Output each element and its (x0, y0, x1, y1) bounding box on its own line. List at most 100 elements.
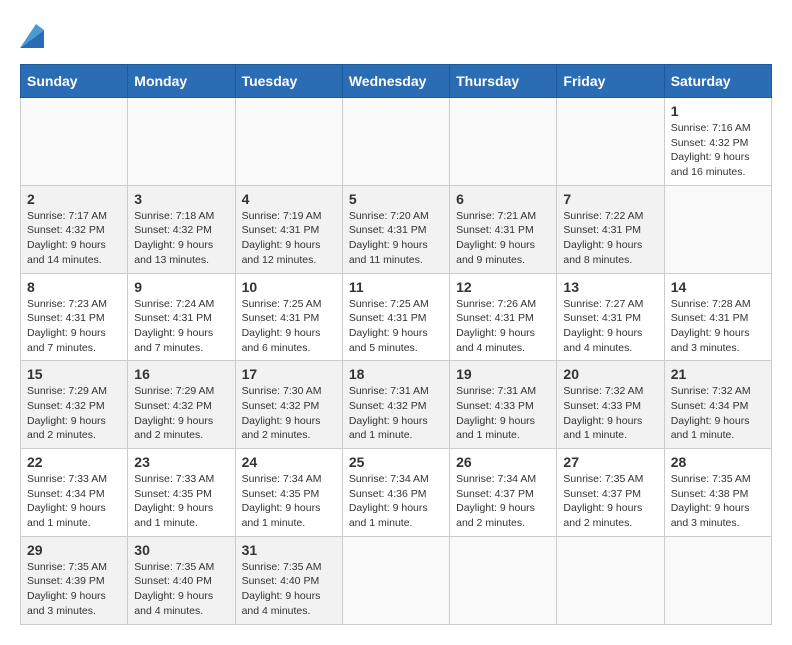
cell-info: Sunrise: 7:34 AMSunset: 4:36 PMDaylight:… (349, 472, 443, 531)
calendar-table: SundayMondayTuesdayWednesdayThursdayFrid… (20, 64, 772, 625)
cell-info: Sunrise: 7:25 AMSunset: 4:31 PMDaylight:… (242, 297, 336, 356)
day-number: 1 (671, 103, 765, 119)
week-row-6: 29Sunrise: 7:35 AMSunset: 4:39 PMDayligh… (21, 536, 772, 624)
day-number: 13 (563, 279, 657, 295)
calendar-cell: 11 Sunrise: 7:25 AMSunset: 4:31 PMDayligh… (342, 273, 449, 361)
day-number: 18 (349, 366, 443, 382)
day-number: 4 (242, 191, 336, 207)
day-number: 15 (27, 366, 121, 382)
cell-info: Sunrise: 7:19 AMSunset: 4:31 PMDaylight:… (242, 209, 336, 268)
cell-info: Sunrise: 7:24 AMSunset: 4:31 PMDaylight:… (134, 297, 228, 356)
cell-info: Sunrise: 7:34 AMSunset: 4:37 PMDaylight:… (456, 472, 550, 531)
cell-info: Sunrise: 7:20 AMSunset: 4:31 PMDaylight:… (349, 209, 443, 268)
cell-info: Sunrise: 7:21 AMSunset: 4:31 PMDaylight:… (456, 209, 550, 268)
day-number: 14 (671, 279, 765, 295)
day-number: 29 (27, 542, 121, 558)
cell-info: Sunrise: 7:35 AMSunset: 4:37 PMDaylight:… (563, 472, 657, 531)
day-number: 27 (563, 454, 657, 470)
day-number: 21 (671, 366, 765, 382)
day-number: 7 (563, 191, 657, 207)
day-header-sunday: Sunday (21, 65, 128, 98)
day-number: 25 (349, 454, 443, 470)
calendar-cell: 8Sunrise: 7:23 AMSunset: 4:31 PMDaylight… (21, 273, 128, 361)
week-row-3: 8Sunrise: 7:23 AMSunset: 4:31 PMDaylight… (21, 273, 772, 361)
calendar-cell (664, 185, 771, 273)
cell-info: Sunrise: 7:34 AMSunset: 4:35 PMDaylight:… (242, 472, 336, 531)
cell-info: Sunrise: 7:17 AMSunset: 4:32 PMDaylight:… (27, 209, 121, 268)
cell-info: Sunrise: 7:31 AMSunset: 4:33 PMDaylight:… (456, 384, 550, 443)
calendar-cell: 22 Sunrise: 7:33 AMSunset: 4:34 PMDayligh… (21, 449, 128, 537)
cell-info: Sunrise: 7:35 AMSunset: 4:40 PMDaylight:… (134, 560, 228, 619)
cell-info: Sunrise: 7:29 AMSunset: 4:32 PMDaylight:… (27, 384, 121, 443)
day-number: 5 (349, 191, 443, 207)
calendar-header-row: SundayMondayTuesdayWednesdayThursdayFrid… (21, 65, 772, 98)
calendar-cell (557, 98, 664, 186)
calendar-cell (128, 98, 235, 186)
calendar-cell: 10 Sunrise: 7:25 AMSunset: 4:31 PMDayligh… (235, 273, 342, 361)
day-header-tuesday: Tuesday (235, 65, 342, 98)
cell-info: Sunrise: 7:35 AMSunset: 4:38 PMDaylight:… (671, 472, 765, 531)
day-header-saturday: Saturday (664, 65, 771, 98)
calendar-cell: 30 Sunrise: 7:35 AMSunset: 4:40 PMDayligh… (128, 536, 235, 624)
calendar-cell: 6Sunrise: 7:21 AMSunset: 4:31 PMDaylight… (450, 185, 557, 273)
calendar-cell (450, 536, 557, 624)
calendar-cell: 24 Sunrise: 7:34 AMSunset: 4:35 PMDayligh… (235, 449, 342, 537)
cell-info: Sunrise: 7:28 AMSunset: 4:31 PMDaylight:… (671, 297, 765, 356)
cell-info: Sunrise: 7:18 AMSunset: 4:32 PMDaylight:… (134, 209, 228, 268)
calendar-cell (342, 536, 449, 624)
cell-info: Sunrise: 7:32 AMSunset: 4:34 PMDaylight:… (671, 384, 765, 443)
calendar-cell: 27 Sunrise: 7:35 AMSunset: 4:37 PMDayligh… (557, 449, 664, 537)
logo-icon (20, 20, 44, 48)
cell-info: Sunrise: 7:30 AMSunset: 4:32 PMDaylight:… (242, 384, 336, 443)
day-number: 19 (456, 366, 550, 382)
calendar-cell: 29Sunrise: 7:35 AMSunset: 4:39 PMDayligh… (21, 536, 128, 624)
day-number: 30 (134, 542, 228, 558)
cell-info: Sunrise: 7:16 AMSunset: 4:32 PMDaylight:… (671, 121, 765, 180)
calendar-cell: 28Sunrise: 7:35 AMSunset: 4:38 PMDayligh… (664, 449, 771, 537)
day-number: 2 (27, 191, 121, 207)
cell-info: Sunrise: 7:23 AMSunset: 4:31 PMDaylight:… (27, 297, 121, 356)
day-number: 20 (563, 366, 657, 382)
cell-info: Sunrise: 7:25 AMSunset: 4:31 PMDaylight:… (349, 297, 443, 356)
cell-info: Sunrise: 7:27 AMSunset: 4:31 PMDaylight:… (563, 297, 657, 356)
page-header (20, 20, 772, 48)
day-number: 16 (134, 366, 228, 382)
cell-info: Sunrise: 7:33 AMSunset: 4:35 PMDaylight:… (134, 472, 228, 531)
calendar-cell: 16Sunrise: 7:29 AMSunset: 4:32 PMDayligh… (128, 361, 235, 449)
calendar-cell: 14 Sunrise: 7:28 AMSunset: 4:31 PMDayligh… (664, 273, 771, 361)
calendar-cell: 5 Sunrise: 7:20 AMSunset: 4:31 PMDaylight… (342, 185, 449, 273)
cell-info: Sunrise: 7:33 AMSunset: 4:34 PMDaylight:… (27, 472, 121, 531)
calendar-cell (557, 536, 664, 624)
day-header-friday: Friday (557, 65, 664, 98)
calendar-cell (664, 536, 771, 624)
calendar-cell: 23Sunrise: 7:33 AMSunset: 4:35 PMDayligh… (128, 449, 235, 537)
calendar-cell: 31Sunrise: 7:35 AMSunset: 4:40 PMDayligh… (235, 536, 342, 624)
calendar-cell: 2 Sunrise: 7:17 AMSunset: 4:32 PMDaylight… (21, 185, 128, 273)
calendar-body: 1 Sunrise: 7:16 AMSunset: 4:32 PMDaylight… (21, 98, 772, 625)
day-number: 22 (27, 454, 121, 470)
day-number: 11 (349, 279, 443, 295)
day-number: 10 (242, 279, 336, 295)
calendar-cell: 4 Sunrise: 7:19 AMSunset: 4:31 PMDaylight… (235, 185, 342, 273)
calendar-cell: 18Sunrise: 7:31 AMSunset: 4:32 PMDayligh… (342, 361, 449, 449)
calendar-cell: 21 Sunrise: 7:32 AMSunset: 4:34 PMDayligh… (664, 361, 771, 449)
cell-info: Sunrise: 7:22 AMSunset: 4:31 PMDaylight:… (563, 209, 657, 268)
week-row-4: 15 Sunrise: 7:29 AMSunset: 4:32 PMDayligh… (21, 361, 772, 449)
day-header-monday: Monday (128, 65, 235, 98)
cell-info: Sunrise: 7:26 AMSunset: 4:31 PMDaylight:… (456, 297, 550, 356)
day-number: 24 (242, 454, 336, 470)
calendar-cell (235, 98, 342, 186)
calendar-cell: 9Sunrise: 7:24 AMSunset: 4:31 PMDaylight… (128, 273, 235, 361)
calendar-cell: 19 Sunrise: 7:31 AMSunset: 4:33 PMDayligh… (450, 361, 557, 449)
day-number: 17 (242, 366, 336, 382)
day-header-thursday: Thursday (450, 65, 557, 98)
week-row-1: 1 Sunrise: 7:16 AMSunset: 4:32 PMDaylight… (21, 98, 772, 186)
calendar-cell: 13 Sunrise: 7:27 AMSunset: 4:31 PMDayligh… (557, 273, 664, 361)
calendar-cell: 1 Sunrise: 7:16 AMSunset: 4:32 PMDaylight… (664, 98, 771, 186)
calendar-cell (450, 98, 557, 186)
calendar-cell: 12Sunrise: 7:26 AMSunset: 4:31 PMDayligh… (450, 273, 557, 361)
calendar-cell (342, 98, 449, 186)
calendar-cell (21, 98, 128, 186)
cell-info: Sunrise: 7:32 AMSunset: 4:33 PMDaylight:… (563, 384, 657, 443)
day-number: 3 (134, 191, 228, 207)
